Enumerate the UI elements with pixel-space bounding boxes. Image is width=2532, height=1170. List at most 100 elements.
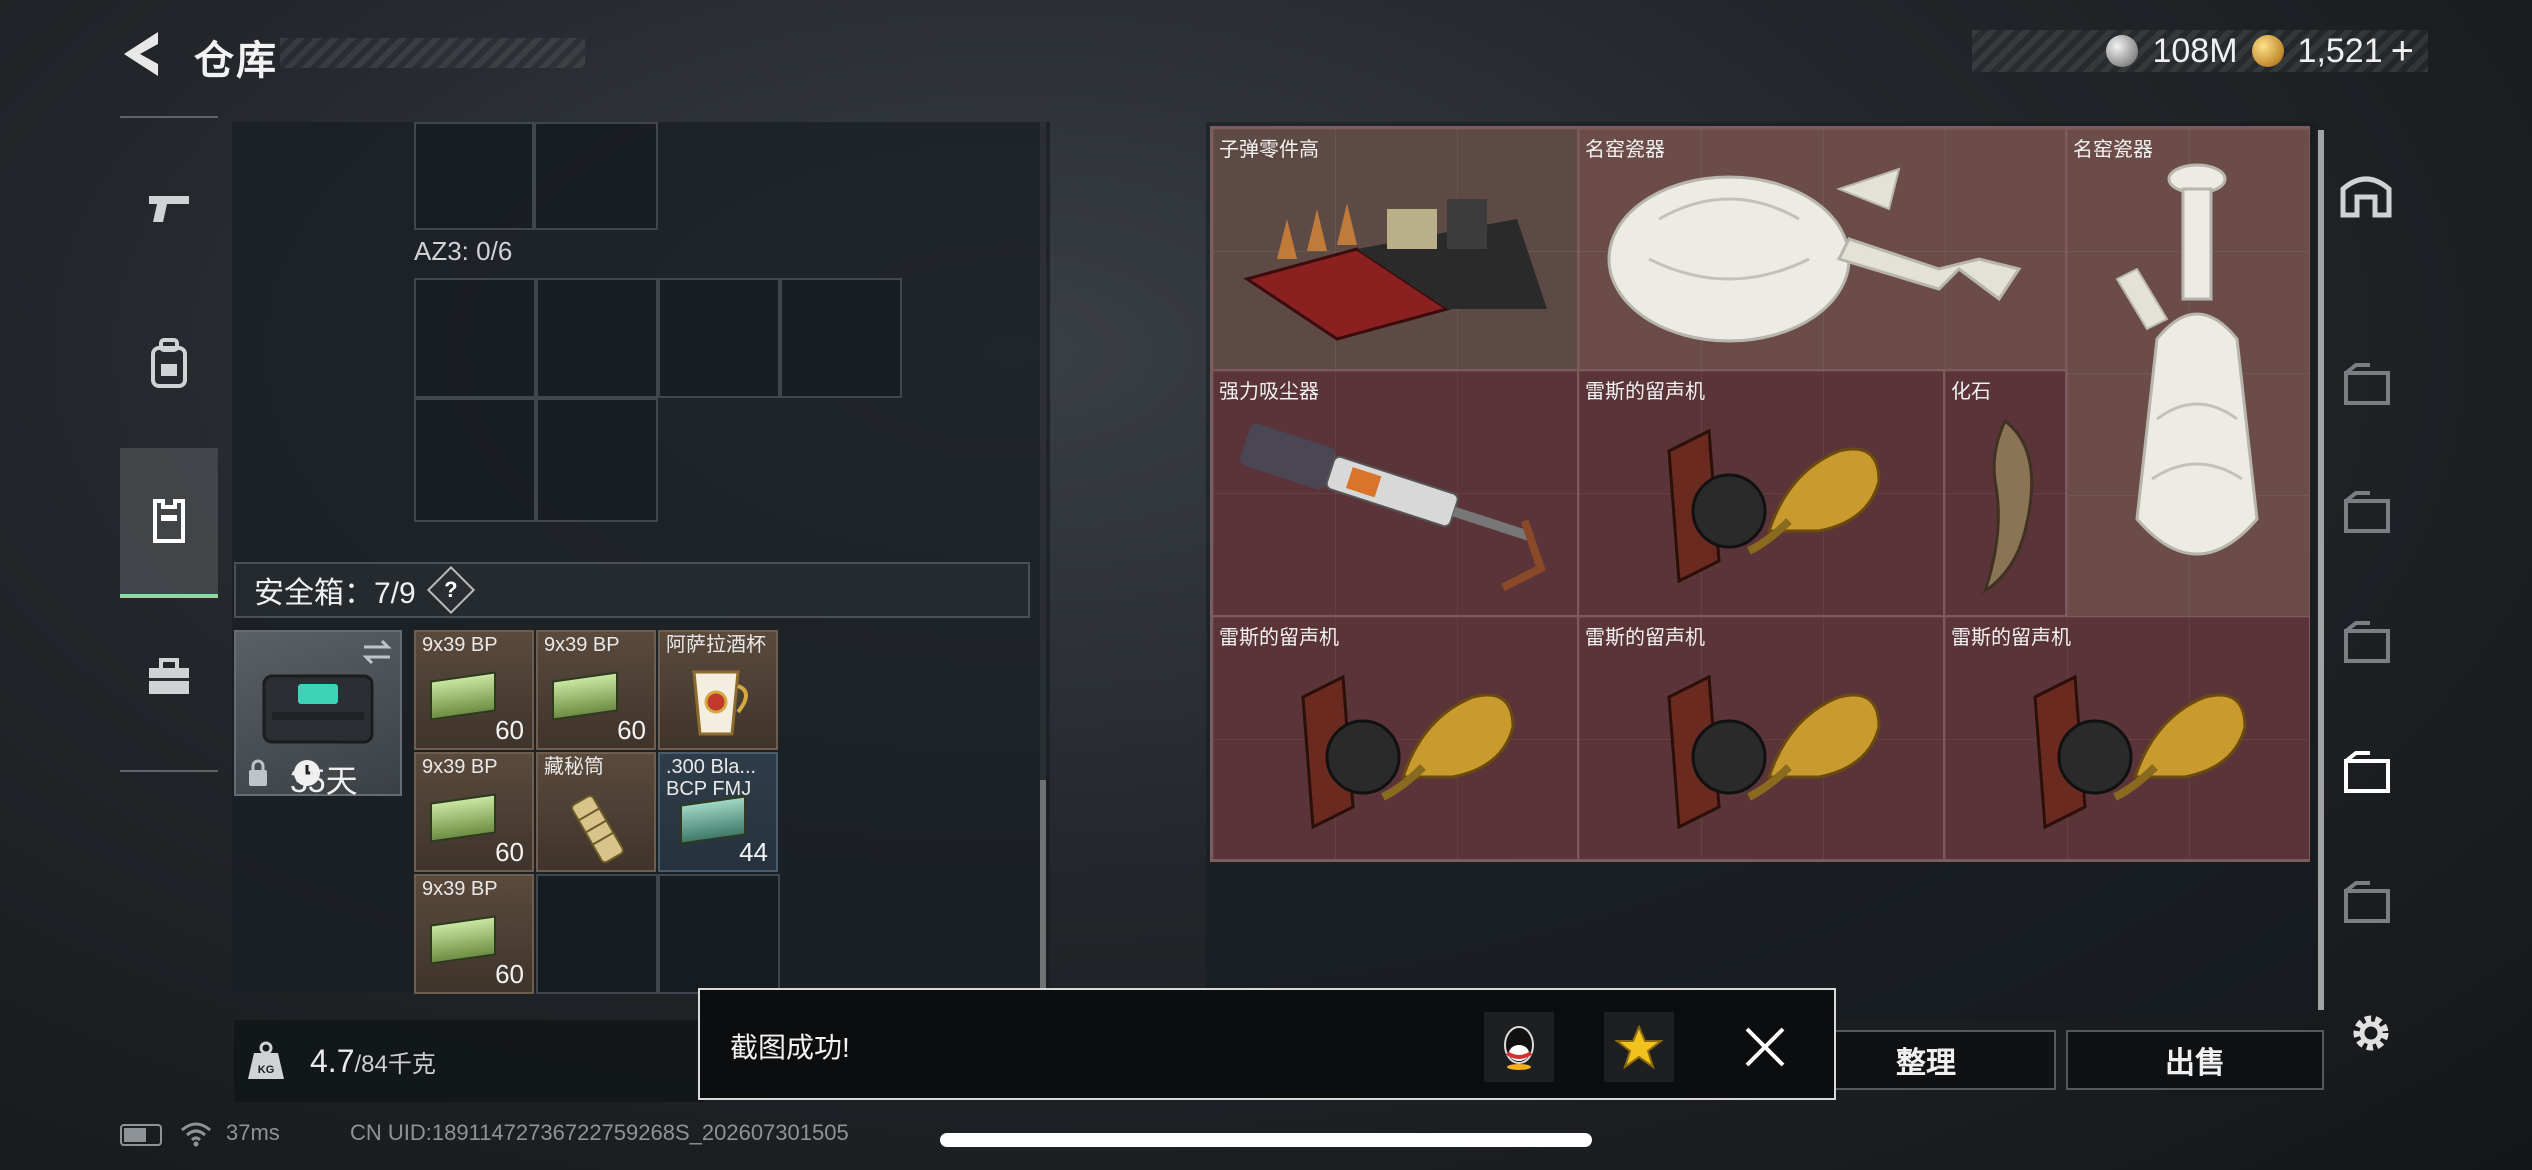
stash-item-gramophone[interactable]: 雷斯的留声机	[1212, 616, 1578, 860]
help-label: ?	[443, 576, 458, 602]
stash-item-gramophone[interactable]: 雷斯的留声机	[1578, 370, 1944, 616]
close-icon	[1745, 1027, 1785, 1067]
nav-weapon[interactable]	[120, 148, 218, 268]
az3-slot[interactable]	[414, 278, 536, 398]
gold-currency-value: 1,521	[2297, 31, 2383, 70]
stash-item-name: 子弹零件高	[1219, 139, 1319, 161]
stash-item-gramophone[interactable]: 雷斯的留声机	[1578, 616, 1944, 860]
add-currency-button[interactable]: +	[2391, 29, 2414, 74]
ammo-box-icon	[430, 671, 496, 721]
screenshot-toast: 截图成功!	[698, 988, 1836, 1100]
home-indicator[interactable]	[940, 1133, 1592, 1147]
stash-item-name: 雷斯的留声机	[1585, 627, 1705, 649]
stash-item-name: 化石	[1951, 381, 1991, 403]
sell-button[interactable]: 出售	[2066, 1030, 2324, 1090]
az3-slot[interactable]	[536, 278, 658, 398]
backpack-icon	[151, 338, 187, 388]
stash-item-gramophone[interactable]: 雷斯的留声机	[1944, 616, 2310, 860]
back-button[interactable]	[118, 24, 168, 84]
az3-slot[interactable]	[536, 398, 658, 522]
stash-item-vacuum[interactable]: 强力吸尘器	[1212, 370, 1578, 616]
share-qq-button[interactable]	[1484, 1012, 1554, 1082]
item-name: 9x39 BP	[422, 878, 498, 900]
silver-currency-value: 108M	[2152, 31, 2238, 70]
stash-item-porcelain-ewer[interactable]: 名窑瓷器	[1578, 128, 2066, 370]
gramophone-icon	[1667, 674, 1881, 830]
storage-home-icon	[2340, 176, 2392, 218]
swap-icon	[362, 639, 392, 665]
nav-backpack[interactable]	[120, 304, 218, 424]
title-decoration	[280, 38, 585, 68]
safe-item[interactable]: 9x39 BP 60	[414, 752, 534, 872]
stash-item-bullet-parts[interactable]: 子弹零件高	[1212, 128, 1578, 370]
empty-slot[interactable]	[536, 874, 658, 994]
empty-slot[interactable]	[658, 874, 780, 994]
storage-page-tab[interactable]	[2336, 354, 2396, 414]
safe-item[interactable]: 9x39 BP 60	[414, 630, 534, 750]
ammo-box-icon	[552, 671, 618, 721]
safe-item[interactable]: 藏秘筒	[536, 752, 656, 872]
silver-coin-icon	[2106, 35, 2139, 67]
toolbox-icon	[149, 658, 189, 694]
star-icon	[1615, 1024, 1663, 1070]
weight-readout: 4.7/84千克	[310, 1043, 436, 1080]
item-count: 60	[495, 959, 524, 989]
toast-message: 截图成功!	[730, 1032, 850, 1063]
safe-item[interactable]: 9x39 BP 60	[536, 630, 656, 750]
vacuum-cleaner-icon	[1240, 423, 1546, 591]
vest-icon	[153, 499, 185, 543]
weight-kg-icon: KG	[248, 1041, 284, 1079]
az3-slot[interactable]	[658, 278, 780, 398]
settings-button[interactable]	[2346, 1008, 2396, 1058]
safe-box-title: 安全箱：7/9	[254, 577, 416, 610]
nav-toolbox[interactable]	[120, 618, 218, 738]
svg-text:KG: KG	[258, 1064, 275, 1076]
item-name: 藏秘筒	[544, 756, 604, 778]
storage-page-tab[interactable]	[2336, 612, 2396, 672]
storage-page-tab[interactable]	[2336, 872, 2396, 932]
storage-page-icon	[2344, 621, 2390, 663]
storage-page-icon	[2344, 881, 2390, 923]
stash-item-porcelain-vase[interactable]: 名窑瓷器	[2066, 128, 2310, 618]
wine-cup-icon	[692, 670, 748, 736]
toast-close-button[interactable]	[1730, 1012, 1800, 1082]
share-star-button[interactable]	[1604, 1012, 1674, 1082]
az3-slot[interactable]	[414, 398, 536, 522]
help-icon[interactable]: ?	[426, 565, 475, 615]
stash-item-name: 名窑瓷器	[2073, 139, 2153, 161]
inventory-scroll-thumb[interactable]	[1040, 780, 1046, 990]
item-name: 阿萨拉酒杯	[666, 634, 766, 656]
weight-bar: KG 4.7/84千克	[234, 1020, 704, 1102]
weight-max: /84千克	[354, 1050, 436, 1078]
gear-icon	[2353, 1015, 2389, 1051]
bullet-parts-icon	[1243, 199, 1547, 341]
weight-value: 4.7	[310, 1042, 355, 1079]
stash-item-fossil[interactable]: 化石	[1944, 370, 2066, 616]
az3-capacity-label: AZ3: 0/6	[414, 236, 513, 266]
item-name: 9x39 BP	[422, 634, 498, 656]
currency-bar: 108M 1,521 +	[1972, 29, 2428, 74]
empty-slot[interactable]	[534, 122, 658, 230]
item-count: 60	[495, 715, 524, 745]
storage-page-tab[interactable]	[2336, 482, 2396, 542]
storage-home-tab[interactable]	[2336, 164, 2396, 224]
item-count: 60	[495, 837, 524, 867]
storage-page-icon	[2344, 751, 2390, 793]
battery-icon	[120, 1124, 162, 1146]
empty-slot[interactable]	[414, 122, 534, 230]
porcelain-vase-icon	[2115, 163, 2259, 556]
stash-item-name: 雷斯的留声机	[1585, 381, 1705, 403]
gramophone-icon	[1301, 674, 1515, 830]
safe-item[interactable]: .300 Bla... BCP FMJ 44	[658, 752, 778, 872]
safe-item[interactable]: 阿萨拉酒杯	[658, 630, 778, 750]
nav-vest[interactable]	[120, 448, 218, 598]
az3-slot[interactable]	[780, 278, 902, 398]
uid-readout: CN UID:18911472736722759268S_20260730150…	[350, 1120, 849, 1145]
storage-page-icon	[2344, 363, 2390, 405]
safe-item[interactable]: 9x39 BP 60	[414, 874, 534, 994]
pistol-icon	[149, 196, 189, 222]
item-name: 9x39 BP	[544, 634, 620, 656]
cryptex-icon	[571, 795, 624, 864]
ping-readout: 37ms	[226, 1120, 280, 1145]
storage-page-tab-active[interactable]	[2336, 742, 2396, 802]
